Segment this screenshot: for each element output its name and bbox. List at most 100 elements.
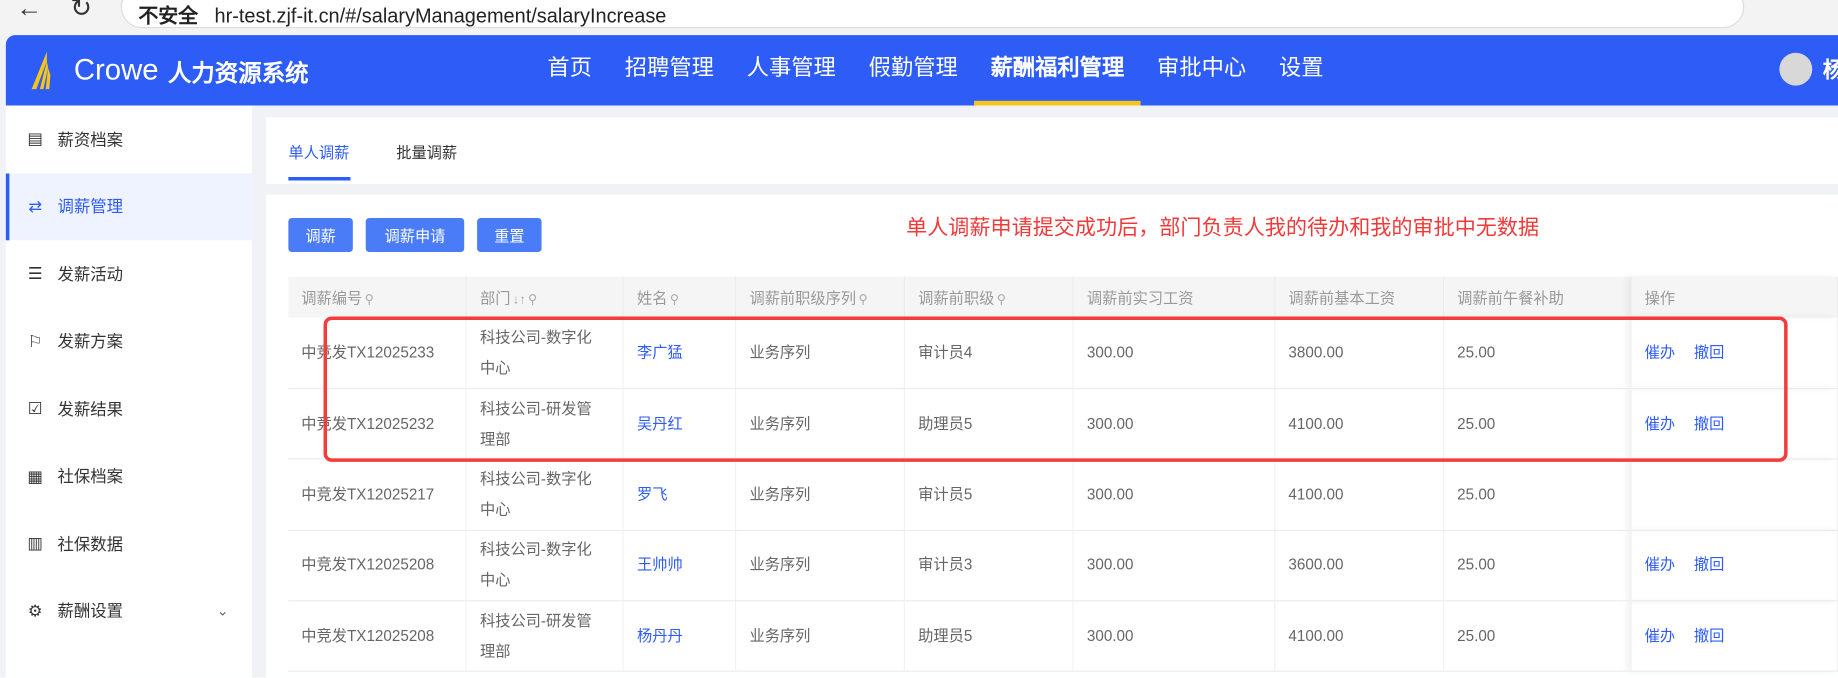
- cell-actions: [1631, 459, 1838, 531]
- urge-link[interactable]: 催办: [1645, 414, 1675, 432]
- sidebar-item-payroll-activity[interactable]: ☰ 发薪活动: [6, 240, 252, 307]
- menu-attendance[interactable]: 假勤管理: [852, 35, 974, 105]
- sidebar-item-label: 薪资档案: [57, 129, 124, 149]
- menu-personnel[interactable]: 人事管理: [730, 35, 852, 105]
- cell-dept: 科技公司-数字化中心: [466, 317, 625, 390]
- cell-lunch: 25.00: [1443, 317, 1632, 390]
- reset-button[interactable]: 重置: [477, 218, 542, 253]
- sidebar-item-label: 调薪管理: [57, 197, 124, 216]
- cell-seq: 业务序列: [735, 600, 906, 673]
- table-row: 中竞发TX12025232 科技公司-研发管理部 吴丹红 业务序列 助理员5 300.00…: [288, 388, 1838, 460]
- search-icon[interactable]: ⚲: [365, 293, 374, 307]
- cell-actions: 催办 撤回: [1631, 530, 1838, 602]
- column-header[interactable]: 姓名 ⚲: [623, 276, 737, 318]
- user-name[interactable]: 杨: [1823, 53, 1838, 85]
- menu-home[interactable]: 首页: [531, 35, 608, 105]
- urge-link[interactable]: 催办: [1645, 556, 1675, 574]
- column-header[interactable]: 调薪前职级 ⚲: [904, 276, 1074, 318]
- cell-level: 助理员5: [904, 388, 1074, 460]
- cell-level: 审计员5: [904, 459, 1074, 531]
- column-header[interactable]: 操作: [1631, 276, 1838, 318]
- search-icon[interactable]: ⚲: [858, 293, 867, 307]
- check-clipboard-icon: ☑: [27, 398, 43, 418]
- cell-base: 4100.00: [1274, 388, 1445, 460]
- menu-approval[interactable]: 审批中心: [1141, 35, 1263, 105]
- main-menu: 首页 招聘管理 人事管理 假勤管理 薪酬福利管理 审批中心 设置: [531, 35, 1340, 106]
- column-header-label: 部门: [479, 289, 511, 308]
- urge-link[interactable]: 催办: [1645, 343, 1675, 361]
- sidebar-item-payroll-result[interactable]: ☑ 发薪结果: [6, 375, 252, 442]
- column-header[interactable]: 调薪编号 ⚲: [288, 276, 468, 318]
- cell-base: 3600.00: [1274, 530, 1445, 602]
- column-header[interactable]: 调薪前实习工资: [1073, 276, 1276, 318]
- withdraw-link[interactable]: 撤回: [1694, 627, 1724, 645]
- withdraw-link[interactable]: 撤回: [1694, 414, 1724, 432]
- tab-batch[interactable]: 批量调薪: [396, 141, 457, 163]
- sidebar: ▤ 薪资档案 ⇄ 调薪管理 ☰ 发薪活动 ⚐ 发薪方案 ☑ 发薪结果 ▦ 社保档案 ▥ 社保数…: [5, 105, 253, 678]
- sort-icon[interactable]: ↓↑: [513, 293, 526, 307]
- cell-base: 3800.00: [1274, 317, 1445, 390]
- search-icon[interactable]: ⚲: [528, 293, 537, 307]
- cell-seq: 业务序列: [735, 317, 906, 390]
- cell-actions: 催办 撤回: [1631, 388, 1838, 460]
- cell-dept: 科技公司-数字化中心: [466, 530, 625, 602]
- search-icon[interactable]: ⚲: [997, 293, 1006, 307]
- cell-dept: 科技公司-数字化中心: [466, 459, 625, 531]
- column-header-label: 调薪前午餐补助: [1457, 289, 1564, 308]
- table-row: 中竞发TX12025233 科技公司-数字化中心 李广猛 业务序列 审计员4 300.00…: [288, 317, 1838, 390]
- column-header[interactable]: 调薪前基本工资: [1274, 276, 1445, 318]
- cell-name[interactable]: 李广猛: [623, 317, 737, 390]
- gear-icon: ⚙: [27, 601, 43, 620]
- browser-bar: ← ↻ 不安全 hr-test.zjf-it.cn/#/salaryManagem…: [0, 0, 1838, 36]
- column-header[interactable]: 调薪前午餐补助: [1443, 276, 1632, 318]
- cell-dept: 科技公司-研发管理部: [466, 388, 625, 460]
- list-icon: ☰: [27, 264, 43, 283]
- apply-button[interactable]: 调薪申请: [365, 218, 465, 253]
- sidebar-item-social-data[interactable]: ▥ 社保数据: [6, 510, 252, 577]
- cell-name[interactable]: 王帅帅: [623, 530, 737, 602]
- system-name: 人力资源系统: [167, 60, 309, 87]
- reload-icon[interactable]: ↻: [70, 0, 92, 23]
- annotation-text: 单人调薪申请提交成功后，部门负责人我的待办和我的审批中无数据: [906, 215, 1540, 240]
- cell-name[interactable]: 吴丹红: [623, 388, 737, 460]
- address-bar[interactable]: 不安全 hr-test.zjf-it.cn/#/salaryManagement/…: [120, 0, 1745, 29]
- tab-single[interactable]: 单人调薪: [288, 141, 351, 181]
- cell-level: 助理员5: [904, 600, 1074, 673]
- cell-level: 审计员3: [904, 530, 1074, 602]
- cell-id: 中竞发TX12025233: [288, 317, 468, 390]
- sidebar-item-label: 发薪方案: [57, 332, 124, 351]
- sidebar-item-social-file[interactable]: ▦ 社保档案: [6, 443, 252, 510]
- cell-name[interactable]: 罗飞: [623, 459, 737, 531]
- column-header[interactable]: 调薪前职级序列 ⚲: [735, 276, 906, 318]
- withdraw-link[interactable]: 撤回: [1694, 556, 1724, 574]
- salary-table: 调薪编号 ⚲ 部门 ↓↑ ⚲ 姓名 ⚲ 调薪前职级序列 ⚲ 调薪前职级 ⚲ 调薪前实习工资 调薪前基本工…: [288, 276, 1838, 673]
- menu-recruit[interactable]: 招聘管理: [608, 35, 730, 105]
- sidebar-item-label: 薪酬设置: [57, 601, 124, 621]
- search-icon[interactable]: ⚲: [670, 293, 679, 307]
- sidebar-item-salary-file[interactable]: ▤ 薪资档案: [6, 105, 252, 172]
- withdraw-link[interactable]: 撤回: [1694, 343, 1724, 361]
- logo[interactable]: Crowe 人力资源系统: [29, 49, 309, 91]
- sidebar-item-payroll-plan[interactable]: ⚐ 发薪方案: [6, 308, 252, 375]
- menu-settings[interactable]: 设置: [1263, 35, 1340, 105]
- table-row: 中竞发TX12025208 科技公司-研发管理部 杨丹丹 业务序列 助理员5 300.00…: [288, 600, 1838, 673]
- sidebar-item-adjustment[interactable]: ⇄ 调薪管理: [5, 172, 253, 241]
- table-row: 中竞发TX12025208 科技公司-数字化中心 王帅帅 业务序列 审计员3 300.00…: [288, 530, 1838, 602]
- back-icon[interactable]: ←: [16, 0, 42, 23]
- urge-link[interactable]: 催办: [1645, 627, 1675, 645]
- security-label: 不安全: [138, 4, 199, 27]
- column-header[interactable]: 部门 ↓↑ ⚲: [466, 276, 625, 318]
- cell-id: 中竞发TX12025217: [288, 459, 468, 531]
- adjust-button[interactable]: 调薪: [288, 218, 353, 253]
- cell-intern: 300.00: [1073, 317, 1276, 390]
- cell-id: 中竞发TX12025208: [288, 600, 468, 673]
- sidebar-item-salary-settings[interactable]: ⚙ 薪酬设置 ⌄: [6, 577, 252, 644]
- url-text: hr-test.zjf-it.cn/#/salaryManagement/sal…: [214, 4, 667, 27]
- menu-salary[interactable]: 薪酬福利管理: [974, 35, 1141, 106]
- cell-seq: 业务序列: [735, 530, 906, 602]
- tab-bar: 单人调薪 批量调薪: [266, 117, 1838, 185]
- column-header-label: 调薪编号: [301, 289, 363, 308]
- avatar[interactable]: [1779, 52, 1813, 86]
- cell-name[interactable]: 杨丹丹: [623, 600, 737, 673]
- document-icon: ▤: [27, 129, 43, 148]
